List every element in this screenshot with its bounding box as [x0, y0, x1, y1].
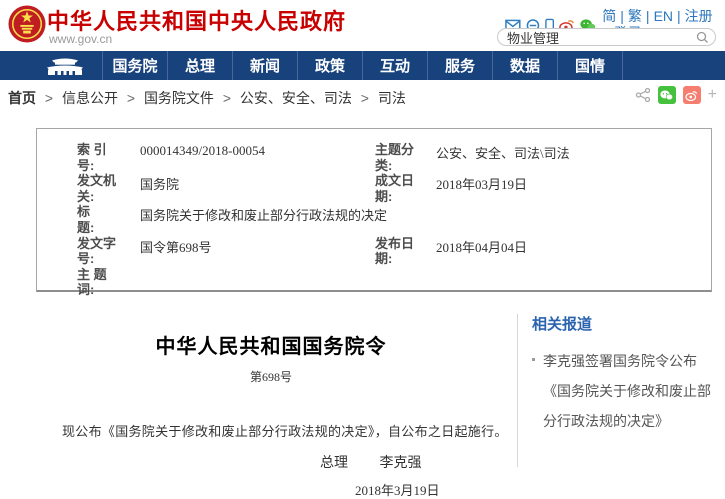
- lang-traditional-link[interactable]: 繁: [628, 8, 642, 25]
- meta-value-issuing-agency: 国务院: [125, 173, 375, 193]
- meta-row: 索 引 号: 000014349/2018-00054 主题分 类: 公安、安全…: [77, 142, 711, 173]
- decree-title: 中华人民共和国国务院令: [40, 330, 502, 359]
- main-nav: 国务院 总理 新闻 政策 互动 服务 数据 国情: [0, 51, 725, 80]
- meta-value-publish-date: 2018年04月04日: [421, 236, 711, 256]
- link-separator: |: [673, 8, 685, 25]
- link-separator: |: [616, 8, 628, 25]
- signature-date: 2018年3月19日: [40, 480, 502, 499]
- breadcrumb-separator: >: [122, 90, 140, 106]
- signature-line: 总理 李克强: [40, 452, 502, 472]
- meta-row: 发文机 关: 国务院 成文日 期: 2018年03月19日: [77, 173, 711, 204]
- related-reports-heading: 相关报道: [532, 313, 718, 334]
- meta-label-title: 标 题:: [77, 204, 125, 235]
- decree-body-text: 现公布《国务院关于修改和废止部分行政法规的决定》，自公布之日起施行。: [40, 421, 502, 440]
- site-header: 中华人民共和国中央人民政府 www.gov.cn 简 | 繁: [0, 0, 725, 51]
- signature-name: 李克强: [380, 456, 422, 471]
- meta-value-index-number: 000014349/2018-00054: [125, 142, 375, 159]
- meta-row: 主 题 词:: [77, 267, 711, 298]
- nav-item-policies[interactable]: 政策: [297, 51, 362, 80]
- meta-label-document-number: 发文字 号:: [77, 236, 125, 267]
- lang-english-link[interactable]: EN: [654, 8, 673, 25]
- breadcrumb-state-council-documents[interactable]: 国务院文件: [144, 90, 214, 106]
- meta-label-topic-category: 主题分 类:: [375, 142, 421, 173]
- signature-role: 总理: [320, 456, 348, 471]
- register-link[interactable]: 注册: [685, 8, 713, 25]
- nav-item-services[interactable]: 服务: [427, 51, 492, 80]
- link-separator: |: [642, 8, 654, 25]
- meta-label-index-number: 索 引 号:: [77, 142, 125, 173]
- nav-filler: [622, 51, 725, 80]
- related-reports-sidebar: 相关报道 李克强签署国务院令公布 《国务院关于修改和废止部 分行政法规的决定》: [532, 313, 718, 436]
- meta-value-title: 国务院关于修改和废止部分行政法规的决定: [125, 204, 375, 224]
- breadcrumb-separator: >: [356, 90, 374, 106]
- meta-label-publish-date: 发布日 期:: [375, 236, 421, 267]
- related-report-link[interactable]: 李克强签署国务院令公布 《国务院关于修改和废止部 分行政法规的决定》: [532, 346, 718, 436]
- meta-value-subject-terms: [125, 267, 375, 268]
- breadcrumb-info-disclosure[interactable]: 信息公开: [62, 90, 118, 106]
- meta-value-written-date: 2018年03月19日: [421, 173, 711, 193]
- meta-label-subject-terms: 主 题 词:: [77, 267, 125, 298]
- nav-item-data[interactable]: 数据: [492, 51, 557, 80]
- share-toolbar: +: [635, 86, 717, 104]
- meta-value-document-number: 国令第698号: [125, 236, 375, 256]
- meta-row: 发文字 号: 国令第698号 发布日 期: 2018年04月04日: [77, 236, 711, 267]
- nav-home-button[interactable]: [0, 51, 102, 80]
- lang-simplified-link[interactable]: 简: [602, 8, 616, 25]
- meta-value-empty: [421, 267, 711, 268]
- nav-item-premier[interactable]: 总理: [167, 51, 232, 80]
- meta-value-topic-category: 公安、安全、司法\司法: [421, 142, 711, 162]
- breadcrumb-separator: >: [218, 90, 236, 106]
- site-url: www.gov.cn: [49, 32, 112, 46]
- nav-item-interaction[interactable]: 互动: [362, 51, 427, 80]
- share-wechat-button[interactable]: [658, 86, 676, 104]
- search-input[interactable]: [507, 30, 696, 44]
- breadcrumb-separator: >: [40, 90, 58, 106]
- sidebar-divider: [517, 314, 518, 467]
- breadcrumb-home[interactable]: 首页: [8, 90, 36, 106]
- search-icon[interactable]: [696, 31, 709, 44]
- meta-row: 标 题: 国务院关于修改和废止部分行政法规的决定: [77, 204, 711, 235]
- nav-item-state-council[interactable]: 国务院: [102, 51, 167, 80]
- document-meta-table: 索 引 号: 000014349/2018-00054 主题分 类: 公安、安全…: [36, 128, 712, 292]
- nav-item-news[interactable]: 新闻: [232, 51, 297, 80]
- decree-document: 中华人民共和国国务院令 第698号 现公布《国务院关于修改和废止部分行政法规的决…: [40, 300, 502, 499]
- breadcrumb-public-security[interactable]: 公安、安全、司法: [240, 90, 352, 106]
- share-icon[interactable]: [635, 87, 651, 103]
- decree-number: 第698号: [40, 368, 502, 385]
- share-more-button[interactable]: +: [708, 86, 717, 104]
- search-box[interactable]: [497, 28, 716, 46]
- meta-label-issuing-agency: 发文机 关:: [77, 173, 125, 204]
- breadcrumb-justice[interactable]: 司法: [378, 90, 406, 106]
- breadcrumb: 首页 > 信息公开 > 国务院文件 > 公安、安全、司法 > 司法: [8, 88, 406, 108]
- meta-value-empty: [421, 204, 711, 205]
- national-emblem-logo: [8, 5, 46, 43]
- tiananmen-home-icon: [42, 56, 88, 76]
- nav-item-national-conditions[interactable]: 国情: [557, 51, 622, 80]
- meta-label-written-date: 成文日 期:: [375, 173, 421, 204]
- share-weibo-button[interactable]: [683, 86, 701, 104]
